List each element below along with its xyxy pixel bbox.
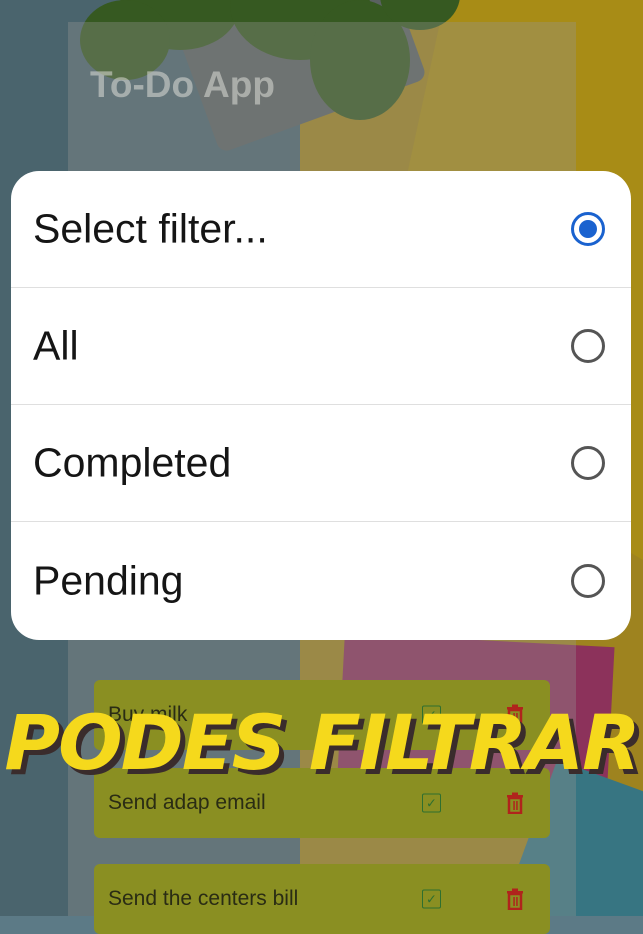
filter-option-label: Pending bbox=[33, 557, 184, 603]
radio-unselected-icon[interactable] bbox=[571, 446, 605, 480]
checkbox-checked-icon[interactable]: ✓ bbox=[422, 793, 441, 813]
radio-unselected-icon[interactable] bbox=[571, 563, 605, 598]
filter-option-label: All bbox=[33, 322, 79, 369]
trash-icon[interactable] bbox=[506, 888, 524, 910]
filter-option-pending[interactable]: Pending bbox=[11, 522, 631, 639]
task-item[interactable]: Send the centers bill ✓ bbox=[94, 864, 550, 934]
radio-unselected-icon[interactable] bbox=[571, 329, 605, 363]
filter-dialog: Select filter... All Completed Pending bbox=[11, 171, 631, 640]
filter-option-select[interactable]: Select filter... bbox=[11, 171, 631, 288]
app-title: To-Do App bbox=[90, 64, 275, 105]
radio-selected-icon[interactable] bbox=[571, 212, 605, 246]
promo-caption: PODES FILTRAR bbox=[4, 698, 640, 787]
filter-option-all[interactable]: All bbox=[11, 288, 631, 405]
task-text: Send adap email bbox=[108, 791, 266, 814]
filter-option-label: Select filter... bbox=[33, 205, 268, 252]
trash-icon[interactable] bbox=[506, 792, 524, 814]
checkbox-checked-icon[interactable]: ✓ bbox=[422, 889, 441, 909]
task-text: Send the centers bill bbox=[108, 887, 299, 910]
filter-option-label: Completed bbox=[33, 439, 232, 486]
filter-option-completed[interactable]: Completed bbox=[11, 405, 631, 522]
